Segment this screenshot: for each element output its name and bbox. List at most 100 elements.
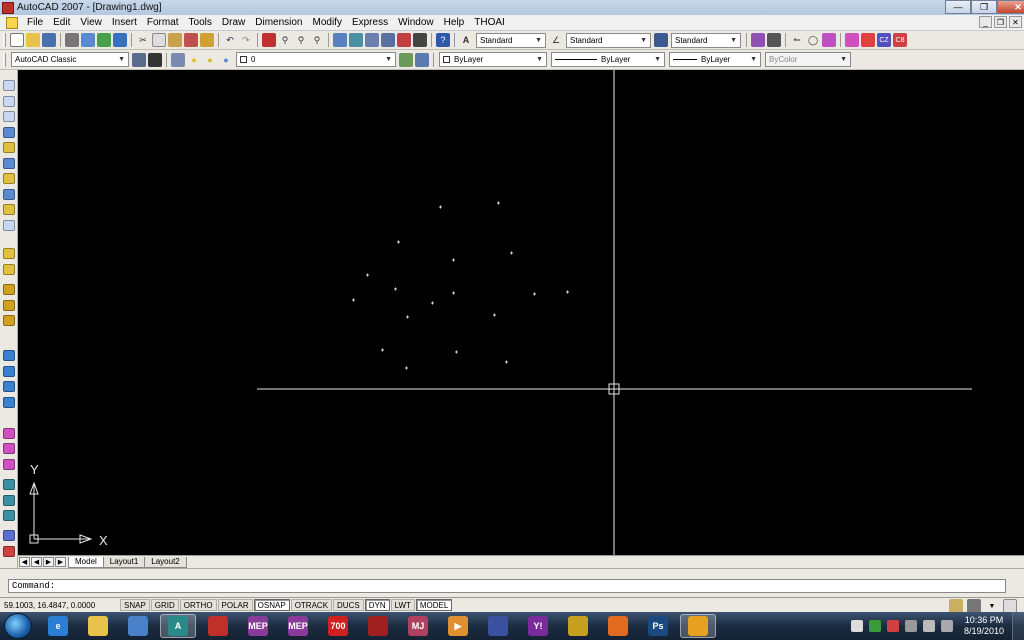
zoom-realtime-icon[interactable]: ⚲ — [278, 33, 292, 47]
cut-icon[interactable]: ✂ — [136, 33, 150, 47]
taskbar-media-player-button[interactable]: ▶ — [440, 614, 476, 638]
open-file-icon[interactable] — [26, 33, 40, 47]
doc-minimize-button[interactable]: _ — [979, 16, 992, 28]
region-icon[interactable] — [3, 350, 15, 361]
pan-icon[interactable] — [262, 33, 276, 47]
document-icon[interactable] — [6, 16, 18, 29]
table-style-icon[interactable] — [654, 33, 668, 47]
match-properties-icon[interactable] — [184, 33, 198, 47]
model-toggle[interactable]: MODEL — [415, 599, 453, 611]
doc-close-button[interactable]: ✕ — [1009, 16, 1022, 28]
express-tool-1-icon[interactable] — [751, 33, 765, 47]
paste-icon[interactable] — [168, 33, 182, 47]
undo-icon[interactable]: ↶ — [223, 33, 237, 47]
arc-icon[interactable] — [3, 158, 15, 169]
lineweight-select[interactable]: ByLayer ▼ — [669, 52, 761, 67]
revision-cloud-icon[interactable] — [3, 189, 15, 200]
toolbar-grip[interactable] — [3, 52, 6, 67]
dim-style-select[interactable]: Standard ▼ — [566, 32, 651, 48]
linetype-select[interactable]: ByLayer ▼ — [551, 52, 665, 67]
grid-toggle[interactable]: GRID — [150, 599, 179, 611]
properties-icon[interactable] — [333, 33, 347, 47]
menu-dimension[interactable]: Dimension — [250, 17, 307, 28]
layer-select[interactable]: 0 ▼ — [236, 52, 396, 67]
tab-last-icon[interactable]: ▶ — [55, 557, 66, 567]
restore-button[interactable]: ❐ — [971, 0, 997, 14]
taskbar-dvd-app-button[interactable] — [560, 614, 596, 638]
construction-line-icon[interactable] — [3, 96, 15, 107]
color-select[interactable]: ByLayer ▼ — [439, 52, 547, 67]
layer-on-icon[interactable]: ● — [187, 53, 201, 67]
workspace-settings-icon[interactable] — [132, 52, 146, 67]
menu-view[interactable]: View — [75, 17, 107, 28]
extend-icon[interactable] — [3, 546, 15, 557]
table-icon[interactable] — [3, 366, 15, 377]
block-editor-icon[interactable] — [200, 33, 214, 47]
plot-style-select[interactable]: ByColor ▼ — [765, 52, 851, 67]
zoom-window-icon[interactable]: ⚲ — [294, 33, 308, 47]
line-icon[interactable] — [3, 80, 15, 91]
menu-thoai[interactable]: THOAI — [469, 17, 510, 28]
multiline-text-icon[interactable] — [3, 381, 15, 392]
ortho-toggle[interactable]: ORTHO — [179, 599, 217, 611]
express-tool-2-icon[interactable] — [767, 33, 781, 47]
toolbar-lock-icon[interactable] — [967, 599, 981, 613]
text-style-select[interactable]: Standard ▼ — [476, 32, 546, 48]
custom-tool-3-icon[interactable]: CZ — [877, 33, 891, 47]
taskbar-mep-2-button[interactable]: MEP — [280, 614, 316, 638]
taskbar-app-mj-button[interactable]: MJ — [400, 614, 436, 638]
offset-icon[interactable] — [3, 428, 15, 439]
copy-icon[interactable] — [152, 33, 166, 47]
menu-format[interactable]: Format — [142, 17, 184, 28]
taskbar-app-orange-button[interactable] — [680, 614, 716, 638]
point-icon[interactable] — [3, 284, 15, 295]
text-style-icon[interactable]: A — [459, 33, 473, 47]
doc-restore-button[interactable]: ❐ — [994, 16, 1007, 28]
polar-toggle[interactable]: POLAR — [217, 599, 253, 611]
tool-palettes-icon[interactable] — [365, 33, 379, 47]
taskbar-yahoo-messenger-button[interactable]: Y! — [520, 614, 556, 638]
tray-expand-icon[interactable] — [850, 620, 863, 632]
taskbar-windows-explorer-button[interactable] — [80, 614, 116, 638]
coordinate-display[interactable]: 59.1003, 16.4847, 0.0000 — [0, 601, 120, 610]
menu-insert[interactable]: Insert — [107, 17, 142, 28]
table-style-select[interactable]: Standard ▼ — [671, 32, 741, 48]
polyline-icon[interactable] — [3, 111, 15, 122]
dyn-toggle[interactable]: DYN — [364, 599, 390, 611]
clock[interactable]: 10:36 PM 8/19/2010 — [956, 615, 1012, 637]
circle-icon[interactable] — [3, 173, 15, 184]
redo-icon[interactable]: ↷ — [239, 33, 253, 47]
make-layer-current-icon[interactable] — [399, 52, 413, 67]
layer-previous-icon[interactable] — [415, 52, 429, 67]
menu-edit[interactable]: Edit — [48, 17, 75, 28]
express-tool-5-icon[interactable] — [822, 33, 836, 47]
mirror-icon[interactable] — [3, 397, 15, 408]
publish-to-web-icon[interactable] — [113, 33, 127, 47]
taskbar-internet-explorer-button[interactable]: e — [40, 614, 76, 638]
publish-icon[interactable] — [97, 33, 111, 47]
command-input[interactable]: Command: — [8, 579, 1006, 593]
stretch-icon[interactable] — [3, 510, 15, 521]
ellipse-icon[interactable] — [3, 220, 15, 231]
my-workspace-icon[interactable] — [148, 52, 162, 67]
help-icon[interactable]: ? — [436, 33, 450, 47]
close-button[interactable]: ✕ — [997, 0, 1024, 14]
sheet-set-icon[interactable] — [381, 33, 395, 47]
rotate-icon[interactable] — [3, 479, 15, 490]
quickcalc-icon[interactable] — [413, 33, 427, 47]
custom-tool-2-icon[interactable] — [861, 33, 875, 47]
autocad-app-icon[interactable] — [2, 1, 14, 14]
tray-flag-icon[interactable] — [886, 620, 899, 632]
layer-freeze-icon[interactable]: ● — [203, 53, 217, 67]
save-icon[interactable] — [42, 33, 56, 47]
taskbar-outlook-button[interactable] — [120, 614, 156, 638]
tab-layout2[interactable]: Layout2 — [144, 556, 187, 568]
taskbar-photoshop-button[interactable]: Ps — [640, 614, 676, 638]
clean-screen-icon[interactable] — [1003, 599, 1017, 613]
taskbar-firefox-button[interactable] — [600, 614, 636, 638]
express-tool-3-icon[interactable]: ↼ — [790, 33, 804, 47]
taskbar-autocad-button[interactable]: A — [160, 614, 196, 638]
tray-app-icon[interactable] — [868, 620, 881, 632]
tray-volume-icon[interactable] — [940, 620, 953, 632]
make-block-icon[interactable] — [3, 264, 15, 275]
